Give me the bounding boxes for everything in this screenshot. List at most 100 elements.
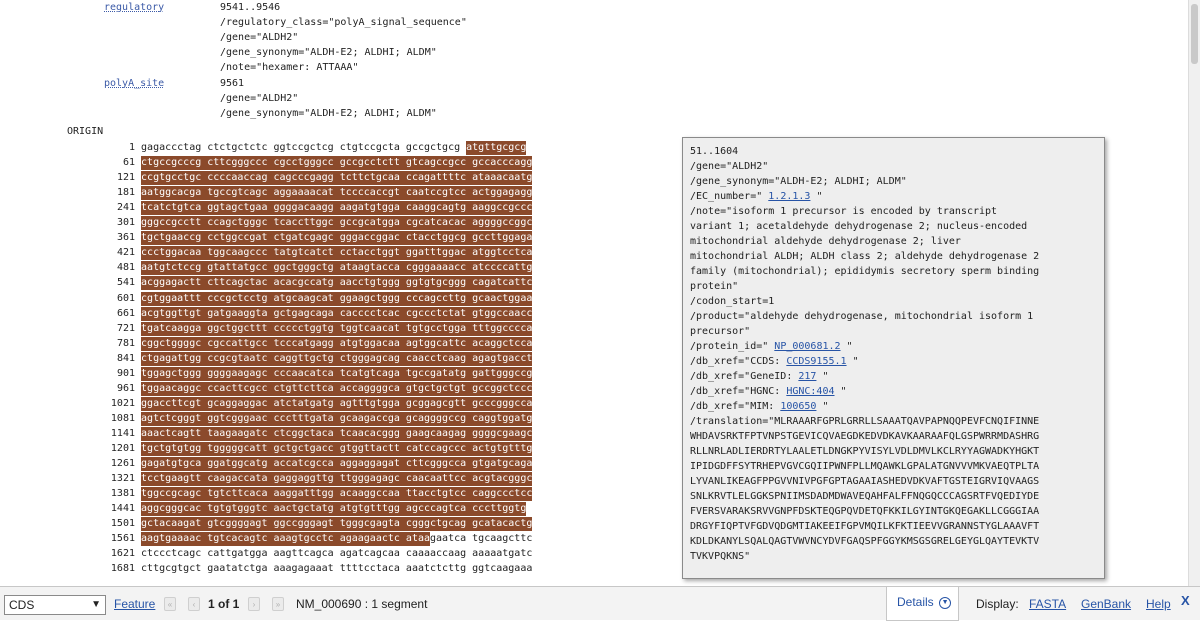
popup-text: DRGYFIQPTVFGDVQDGMTIAKEEIFGPVMQILKFKTIEE… (690, 521, 1040, 532)
cds-highlight[interactable]: tgctgtgtgg tgggggcatt gctgctgacc gtggtta… (141, 442, 533, 456)
vertical-scrollbar[interactable] (1188, 0, 1200, 586)
popup-line: variant 1; acetaldehyde dehydrogenase 2;… (690, 219, 1104, 234)
last-feature-icon[interactable]: » (272, 597, 284, 611)
popup-text: IPIDGDFFSYTRHEPVGVCGQIIPWNFPLLMQAWKLGPAL… (690, 461, 1040, 472)
cds-highlight[interactable]: gagatgtgca ggatggcatg accatcgcca aggagga… (141, 457, 533, 472)
cds-highlight[interactable]: atgttgcgcg (466, 141, 527, 155)
cds-highlight[interactable]: ggaccttcgt gcaggaggac atctatgatg agtttgt… (141, 396, 533, 411)
cds-highlight[interactable]: aatggcacga tgccgtcagc aggaaaacat tccccac… (141, 186, 533, 201)
cds-highlight[interactable]: tgatcaagga ggctggcttt ccccctggtg tggtcaa… (141, 321, 533, 336)
feature-link[interactable]: Feature (114, 597, 155, 611)
popup-text: family (mitochondrial); epididymis secre… (690, 266, 1040, 277)
first-feature-icon[interactable]: « (164, 597, 176, 611)
feature-type-value: CDS (9, 598, 35, 612)
chevron-down-icon: ▼ (939, 596, 952, 609)
sequence-position: 661 (116, 307, 135, 319)
qualifier-line: /gene_synonym="ALDH-E2; ALDHI; ALDM" (220, 108, 437, 119)
xref-link[interactable]: 100650 (780, 401, 816, 412)
qualifier-line: /gene="ALDH2" (220, 93, 299, 104)
next-feature-icon[interactable]: › (248, 597, 260, 611)
cds-highlight[interactable]: cgtggaattt cccgctcctg atgcaagcat ggaagct… (141, 291, 533, 306)
feature-key-regulatory[interactable]: regulatory (104, 2, 164, 13)
sequence-line: 181 aatggcacga tgccgtcagc aggaaaacat tcc… (0, 186, 533, 201)
sequence-line: 1681 cttgcgtgct gaatatctga aaagagaaat tt… (0, 562, 532, 576)
sequence-viewer: regulatory 9541..9546 /regulatory_class=… (0, 0, 1188, 586)
popup-line: /product="aldehyde dehydrogenase, mitoch… (690, 309, 1104, 324)
cds-highlight[interactable]: gggccgcctt ccagctgggc tcaccttggc gccgcat… (141, 216, 533, 231)
popup-text: " (816, 401, 829, 412)
popup-text: " (834, 386, 847, 397)
sequence-line: 301 gggccgcctt ccagctgggc tcaccttggc gcc… (0, 216, 533, 231)
sequence-position: 1381 (110, 488, 135, 500)
popup-text: KDLDKANYLSQALQAGTVWVNCYDVFGAQSPFGGYKMSGS… (690, 536, 1040, 547)
cds-highlight[interactable]: tggagctggg ggggaagagc cccaacatca tcatgtc… (141, 366, 533, 381)
popup-line: /protein_id=" NP_000681.2 " (690, 339, 1104, 354)
details-label: Details (897, 595, 934, 609)
sequence-position: 1021 (110, 397, 135, 409)
cds-highlight[interactable]: tggccgcagc tgtcttcaca aaggatttgg acaaggc… (141, 487, 533, 502)
sequence-position: 1261 (110, 458, 135, 470)
feature-key-polya-site[interactable]: polyA_site (104, 78, 164, 89)
xref-link[interactable]: 217 (798, 371, 816, 382)
xref-link[interactable]: HGNC:404 (786, 386, 834, 397)
cds-highlight[interactable]: agtctcgggt ggtcgggaac ccctttgata gcaagac… (141, 411, 533, 426)
cds-highlight[interactable]: ctgagattgg ccgcgtaatc caggttgctg ctgggag… (141, 351, 533, 366)
xref-link[interactable]: 1.2.1.3 (768, 191, 810, 202)
cds-highlight[interactable]: ctgccgcccg cttcgggccc cgcctgggcc gccgcct… (141, 156, 533, 171)
popup-text: /translation="MLRAAARFGPRLGRRLLSAAATQAVP… (690, 416, 1040, 427)
cds-highlight[interactable]: tggaacaggc ccacttcgcc ctgttcttca accaggg… (141, 381, 533, 396)
cds-highlight[interactable]: aatgtctccg gtattatgcc ggctgggctg ataagta… (141, 261, 533, 276)
popup-line: mitochondrial aldehyde dehydrogenase 2; … (690, 234, 1104, 249)
sequence-line: 1381 tggccgcagc tgtcttcaca aaggatttgg ac… (0, 487, 533, 502)
cds-highlight[interactable]: ccgtgcctgc ccccaaccag cagcccgagg tcttctg… (141, 171, 533, 186)
popup-text: variant 1; acetaldehyde dehydrogenase 2;… (690, 221, 1028, 232)
prev-feature-icon[interactable]: ‹ (188, 597, 200, 611)
scrollbar-thumb[interactable] (1191, 4, 1198, 64)
record-info: NM_000690 : 1 segment (296, 597, 428, 611)
popup-line: KDLDKANYLSQALQAGTVWVNCYDVFGAQSPFGGYKMSGS… (690, 534, 1104, 549)
sequence-position: 721 (116, 322, 135, 334)
fasta-link[interactable]: FASTA (1029, 597, 1066, 611)
sequence-line: 1501 gctacaagat gtcggggagt ggccgggagt tg… (0, 517, 533, 532)
sequence-position: 1081 (110, 412, 135, 424)
feature-type-select[interactable]: CDS ▼ (4, 595, 106, 615)
cds-highlight[interactable]: aggcgggcac tgtgtgggtc aactgctatg atgtgtt… (141, 502, 527, 517)
popup-text: 51..1604 (690, 146, 739, 157)
cds-highlight[interactable]: gctacaagat gtcggggagt ggccgggagt tgggcga… (141, 517, 533, 532)
popup-text: /codon_start=1 (690, 296, 775, 307)
sequence-line: 481 aatgtctccg gtattatgcc ggctgggctg ata… (0, 261, 533, 276)
xref-link[interactable]: NP_000681.2 (774, 341, 840, 352)
cds-highlight[interactable]: ccctggacaa tggcaagccc tatgtcatct cctacct… (141, 246, 533, 261)
popup-text: SNLKRVTLELGGKSPNIIMSDADMDWAVEQAHFALFFNQG… (690, 491, 1040, 502)
sequence-position: 481 (116, 262, 135, 274)
pager-text: 1 of 1 (208, 597, 240, 611)
genbank-link[interactable]: GenBank (1081, 597, 1131, 611)
sequence-text: gagaccctag ctctgctctc ggtccgctcg ctgtccg… (141, 142, 467, 153)
sequence-position: 241 (116, 202, 135, 214)
cds-highlight[interactable]: tcatctgtca ggtagctgaa ggggacaagg aagatgt… (141, 201, 533, 216)
popup-line: TVKVPQKNS" (690, 549, 1104, 564)
xref-link[interactable]: CCDS9155.1 (786, 356, 846, 367)
popup-text: /db_xref="HGNC: (690, 386, 787, 397)
sequence-line: 541 acggagactt cttcagctac acacgccatg aac… (0, 276, 533, 291)
cds-highlight[interactable]: cggctggggc cgccattgcc tcccatgagg atgtgga… (141, 336, 533, 351)
popup-text: WHDAVSRKTFPTVNPSTGEVICQVAEGDKEDVDKAVKAAR… (690, 431, 1040, 442)
close-icon[interactable]: X (1181, 593, 1190, 608)
cds-highlight[interactable]: acggagactt cttcagctac acacgccatg aacctgt… (141, 276, 533, 291)
popup-line: /db_xref="GeneID: 217 " (690, 369, 1104, 384)
qualifier-line: /gene="ALDH2" (220, 32, 299, 43)
sequence-position: 121 (116, 172, 135, 184)
cds-highlight[interactable]: acgtggttgt gatgaaggta gctgagcaga cacccct… (141, 306, 533, 321)
sequence-line: 841 ctgagattgg ccgcgtaatc caggttgctg ctg… (0, 351, 533, 366)
cds-highlight[interactable]: tgctgaaccg cctggccgat ctgatcgagc gggaccg… (141, 231, 533, 246)
popup-text: mitochondrial ALDH; ALDH class 2; aldehy… (690, 251, 1040, 262)
popup-line: SNLKRVTLELGGKSPNIIMSDADMDWAVEQAHFALFFNQG… (690, 489, 1104, 504)
cds-highlight[interactable]: tcctgaagtt caagaccata gaggaggttg ttgggag… (141, 472, 533, 487)
cds-highlight[interactable]: aagtgaaaac tgtcacagtc aaagtgcctc agaagaa… (141, 532, 431, 547)
popup-text: " (810, 191, 823, 202)
popup-line: protein" (690, 279, 1104, 294)
cds-highlight[interactable]: aaactcagtt taagaagatc ctcggctaca tcaacac… (141, 426, 533, 441)
popup-line: /db_xref="HGNC: HGNC:404 " (690, 384, 1104, 399)
details-button[interactable]: Details ▼ (886, 587, 959, 621)
help-link[interactable]: Help (1146, 597, 1171, 611)
